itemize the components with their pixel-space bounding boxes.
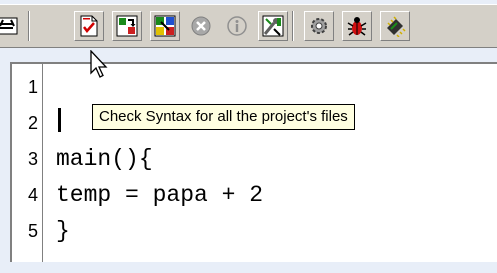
mouse-pointer-icon <box>90 49 112 85</box>
text-caret <box>58 108 61 132</box>
line-number: 4 <box>27 185 38 205</box>
toolbar-separator <box>28 11 30 41</box>
toolbar <box>0 4 497 48</box>
build-button[interactable] <box>112 11 142 41</box>
compile-icon <box>0 14 21 38</box>
status-strip <box>0 262 497 273</box>
info-icon <box>226 15 248 37</box>
debug-icon <box>346 15 368 37</box>
stop-button[interactable] <box>186 11 216 41</box>
code-line[interactable]: } <box>56 218 70 244</box>
code-line[interactable]: temp = papa + 2 <box>56 182 263 208</box>
line-number: 3 <box>27 149 38 169</box>
tools-button[interactable] <box>258 11 288 41</box>
settings-icon <box>308 15 330 37</box>
line-number: 1 <box>27 77 38 97</box>
check-syntax-icon <box>79 15 99 37</box>
check-syntax-button[interactable] <box>74 11 104 41</box>
settings-button[interactable] <box>304 11 334 41</box>
code-line[interactable]: main(){ <box>56 146 153 172</box>
chip-button[interactable] <box>380 11 410 41</box>
tools-icon <box>262 15 284 37</box>
debug-button[interactable] <box>342 11 372 41</box>
info-button[interactable] <box>222 11 252 41</box>
stop-icon <box>190 15 212 37</box>
compile-button[interactable] <box>0 11 22 41</box>
chip-icon <box>384 15 406 37</box>
line-number: 5 <box>27 221 38 241</box>
build-all-icon <box>154 15 176 37</box>
build-icon <box>116 15 138 37</box>
build-all-button[interactable] <box>150 11 180 41</box>
toolbar-separator <box>292 11 294 41</box>
tooltip: Check Syntax for all the project's files <box>92 104 355 130</box>
line-number-gutter: 1 2 3 4 5 <box>12 64 43 262</box>
code-editor[interactable]: 1 2 3 4 5 main(){ temp = papa + 2 } <box>10 62 497 262</box>
ide-window: 1 2 3 4 5 main(){ temp = papa + 2 } Chec… <box>0 0 497 273</box>
line-number: 2 <box>27 113 38 133</box>
